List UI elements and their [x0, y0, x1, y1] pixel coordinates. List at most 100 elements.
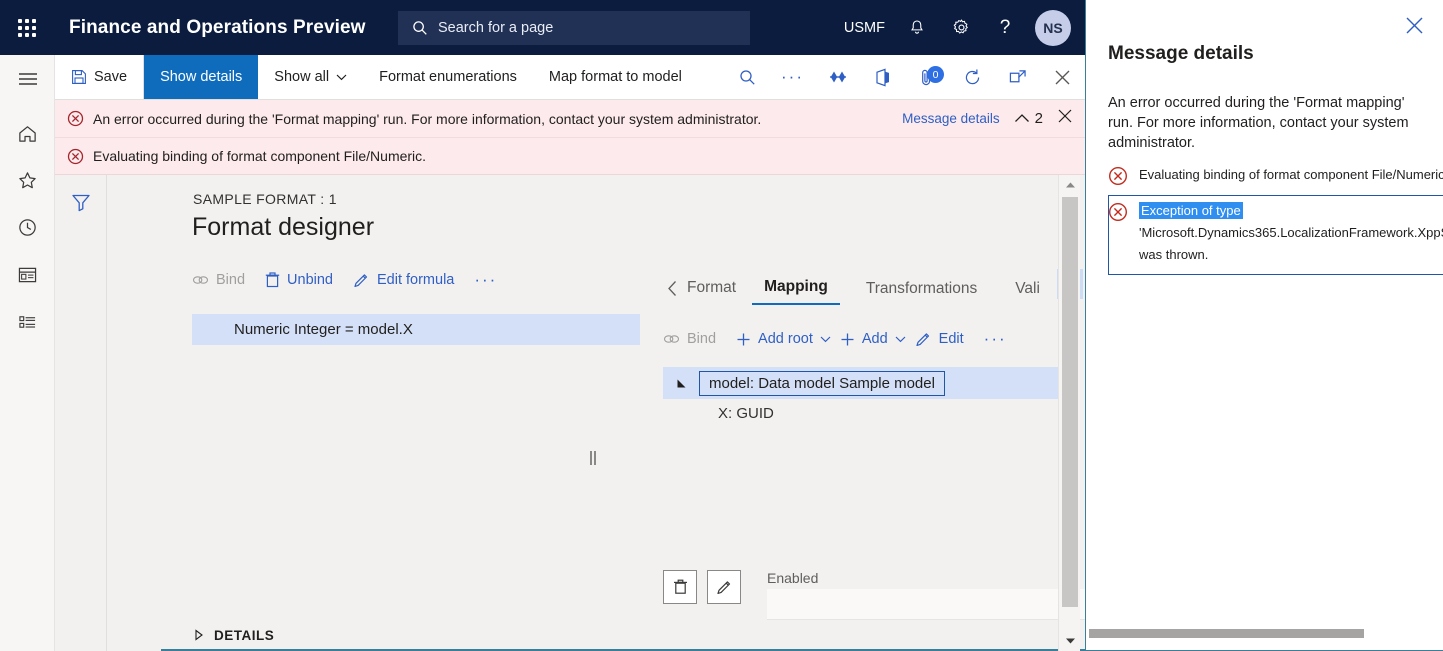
add-root-button[interactable]: Add root — [736, 331, 840, 347]
main-vertical-scrollbar[interactable] — [1058, 175, 1080, 651]
format-tree-pane: Bind Unbind Edit formula ··· Numeric Int… — [192, 263, 662, 345]
attachments-icon[interactable]: 0 — [905, 55, 950, 99]
page-title: Format designer — [192, 213, 374, 242]
sidebar-item-home[interactable] — [0, 110, 55, 157]
command-bar-icons: ··· 0 — [725, 55, 1085, 99]
scroll-down-icon[interactable] — [1059, 631, 1081, 651]
unbind-button[interactable]: Unbind — [265, 272, 353, 288]
company-selector[interactable]: USMF — [834, 0, 895, 55]
message-bar-close-icon[interactable] — [1057, 108, 1073, 129]
overflow-menu-icon[interactable]: ··· — [770, 55, 815, 99]
message-count: 2 — [1035, 110, 1043, 127]
error-icon — [67, 148, 84, 165]
filter-icon[interactable] — [66, 188, 96, 216]
tree-row-child[interactable]: X: GUID — [663, 399, 1075, 427]
enabled-input[interactable] — [767, 589, 1097, 620]
bind-button[interactable]: Bind — [192, 272, 265, 288]
panel-horizontal-scrollbar[interactable] — [1086, 629, 1443, 638]
scroll-up-icon[interactable] — [1059, 175, 1081, 195]
panel-description: An error occurred during the 'Format map… — [1108, 93, 1428, 153]
delete-button[interactable] — [663, 570, 697, 604]
form-content: SAMPLE FORMAT : 1 Format designer Bind U… — [108, 175, 1110, 651]
add-button[interactable]: Add — [840, 331, 915, 347]
breadcrumb: SAMPLE FORMAT : 1 — [193, 191, 337, 207]
show-all-dropdown[interactable]: Show all — [258, 55, 363, 99]
unbind-label: Unbind — [287, 272, 333, 288]
tab-validations[interactable]: Vali — [1003, 280, 1047, 305]
mapping-overflow-label: ··· — [984, 329, 1007, 349]
format-overflow-menu[interactable]: ··· — [474, 270, 517, 290]
sidebar-item-recent[interactable] — [0, 204, 55, 251]
data-model-tree: model: Data model Sample model X: GUID — [663, 367, 1075, 502]
add-root-label: Add root — [758, 331, 813, 347]
search-input[interactable]: Search for a page — [398, 11, 750, 45]
navigation-rail — [0, 55, 55, 651]
close-icon[interactable] — [1040, 55, 1085, 99]
popout-icon[interactable] — [995, 55, 1040, 99]
format-overflow-label: ··· — [474, 270, 497, 290]
app-header: Finance and Operations Preview Search fo… — [0, 0, 1085, 55]
scrollbar-thumb[interactable] — [1062, 197, 1078, 607]
sidebar-item-modules[interactable] — [0, 298, 55, 345]
chevron-up-icon — [1014, 113, 1030, 124]
edit-formula-button[interactable]: Edit formula — [353, 272, 474, 289]
close-icon[interactable] — [1401, 12, 1427, 38]
format-enumerations-button[interactable]: Format enumerations — [363, 55, 533, 99]
message-text-1: An error occurred during the 'Format map… — [93, 111, 761, 127]
pencil-icon — [915, 331, 932, 348]
attachment-count-badge: 0 — [927, 66, 944, 83]
tree-row-root[interactable]: model: Data model Sample model — [663, 367, 1075, 399]
mapping-bind-label: Bind — [687, 331, 716, 347]
mapping-bind-button[interactable]: Bind — [663, 331, 736, 347]
scrollbar-thumb[interactable] — [1089, 629, 1364, 638]
format-binding-row[interactable]: Numeric Integer = model.X — [192, 314, 640, 345]
message-text-2: Evaluating binding of format component F… — [93, 148, 426, 164]
mapping-edit-label: Edit — [939, 331, 964, 347]
sidebar-item-workspaces[interactable] — [0, 251, 55, 298]
message-collapse-toggle[interactable]: 2 — [1014, 110, 1043, 127]
edit-button[interactable] — [707, 570, 741, 604]
message-details-link[interactable]: Message details — [902, 111, 1000, 126]
list-item[interactable]: Evaluating binding of format component F… — [1108, 160, 1443, 193]
show-details-button[interactable]: Show details — [143, 55, 258, 99]
command-bar: Save Show details Show all Format enumer… — [55, 55, 1085, 100]
map-format-to-model-label: Map format to model — [549, 69, 682, 85]
app-title: Finance and Operations Preview — [69, 17, 366, 39]
pane-splitter-left[interactable] — [590, 451, 596, 465]
app-launcher-icon[interactable] — [0, 0, 54, 55]
map-format-to-model-button[interactable]: Map format to model — [533, 55, 698, 99]
mapping-actions-toolbar: Bind Add root Add Edit ··· — [663, 319, 1083, 359]
sidebar-item-favorites[interactable] — [0, 157, 55, 204]
personalize-icon[interactable] — [815, 55, 860, 99]
tab-back-format[interactable]: Format — [663, 279, 752, 305]
show-all-label: Show all — [274, 69, 329, 85]
format-actions-toolbar: Bind Unbind Edit formula ··· — [192, 263, 662, 297]
chevron-down-icon — [895, 335, 906, 343]
rail-spacer — [0, 102, 54, 110]
hamburger-icon[interactable] — [0, 55, 55, 102]
mapping-edit-button[interactable]: Edit — [915, 331, 984, 348]
chevron-right-icon — [194, 629, 204, 641]
list-item[interactable]: Exception of type 'Microsoft.Dynamics365… — [1108, 195, 1443, 275]
tab-mapping[interactable]: Mapping — [752, 278, 840, 305]
tab-transformations[interactable]: Transformations — [854, 280, 989, 305]
avatar[interactable]: NS — [1035, 10, 1071, 46]
plus-icon — [840, 332, 855, 347]
message-bar-row-1: An error occurred during the 'Format map… — [55, 100, 1085, 137]
save-button[interactable]: Save — [55, 55, 143, 99]
bind-label: Bind — [216, 272, 245, 288]
question-mark-icon[interactable]: ? — [983, 0, 1027, 55]
format-binding-label: Numeric Integer = model.X — [234, 321, 413, 338]
tree-root-label: model: Data model Sample model — [699, 371, 945, 396]
search-icon[interactable] — [725, 55, 770, 99]
tree-child-label: X: GUID — [718, 405, 774, 422]
gear-icon[interactable] — [939, 0, 983, 55]
details-section-header[interactable]: DETAILS — [161, 621, 1163, 651]
show-details-label: Show details — [160, 69, 242, 85]
office-app-icon[interactable] — [860, 55, 905, 99]
bell-icon[interactable] — [895, 0, 939, 55]
mapping-pane: Format Mapping Transformations Vali Bind… — [663, 263, 1083, 502]
mapping-overflow-menu[interactable]: ··· — [984, 329, 1027, 349]
refresh-icon[interactable] — [950, 55, 995, 99]
expand-collapse-icon[interactable] — [663, 378, 699, 389]
